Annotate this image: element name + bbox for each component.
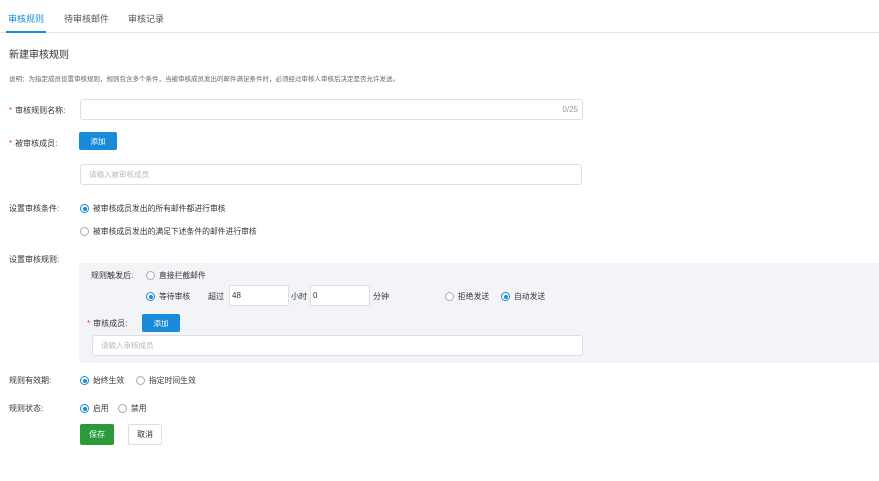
- radio-checked-icon: [80, 404, 89, 413]
- validity-label: 规则有效期:: [9, 376, 52, 385]
- minutes-unit: 分钟: [373, 292, 389, 301]
- hours-input[interactable]: [230, 286, 288, 305]
- tab-pending-mails[interactable]: 待审核邮件: [64, 12, 109, 25]
- condition-all-label: 被审核成员发出的所有邮件都进行审核: [93, 204, 226, 213]
- active-tab-indicator: [6, 31, 46, 33]
- radio-checked-icon: [501, 292, 510, 301]
- rule-name-field[interactable]: 0/25: [80, 99, 583, 120]
- reviewers-label-text: 审核成员:: [93, 319, 128, 328]
- wait-review-label: 等待审核: [159, 292, 191, 301]
- required-mark: *: [9, 106, 13, 115]
- radio-unchecked-icon: [146, 271, 155, 280]
- block-mail-radio[interactable]: 直接拦截邮件: [146, 270, 206, 281]
- validity-scheduled-radio[interactable]: 指定时间生效: [136, 375, 196, 386]
- radio-checked-icon: [146, 292, 155, 301]
- status-label: 规则状态:: [9, 404, 44, 413]
- trigger-label: 规则触发后:: [91, 271, 134, 280]
- exceed-label: 超过: [208, 292, 224, 301]
- radio-unchecked-icon: [80, 227, 89, 236]
- rule-name-counter: 0/25: [562, 105, 578, 114]
- reviewers-label: * 审核成员:: [87, 318, 127, 329]
- status-disabled-label: 禁用: [131, 404, 147, 413]
- reviewers-field[interactable]: [92, 335, 583, 356]
- radio-checked-icon: [80, 204, 89, 213]
- auto-send-label: 自动发送: [514, 292, 546, 301]
- rule-name-label-text: 审核规则名称:: [15, 106, 66, 115]
- hours-field[interactable]: [229, 285, 289, 306]
- reviewers-input[interactable]: [93, 336, 582, 355]
- radio-unchecked-icon: [136, 376, 145, 385]
- members-label-text: 被审核成员:: [15, 139, 58, 148]
- minutes-field[interactable]: [310, 285, 370, 306]
- form-title: 新建审核规则: [9, 50, 69, 61]
- required-mark: *: [87, 319, 91, 328]
- validity-scheduled-label: 指定时间生效: [149, 376, 196, 385]
- save-button[interactable]: 保存: [80, 424, 114, 445]
- wait-review-radio[interactable]: 等待审核: [146, 291, 190, 302]
- members-input[interactable]: [81, 165, 581, 184]
- radio-checked-icon: [80, 376, 89, 385]
- add-reviewer-button[interactable]: 添加: [142, 314, 180, 332]
- condition-label: 设置审核条件:: [9, 204, 60, 213]
- reject-send-radio[interactable]: 拒绝发送: [445, 291, 489, 302]
- tab-audit-records[interactable]: 审核记录: [128, 12, 164, 25]
- status-enabled-label: 启用: [93, 404, 109, 413]
- status-enabled-radio[interactable]: 启用: [80, 403, 109, 414]
- condition-all-radio[interactable]: 被审核成员发出的所有邮件都进行审核: [80, 203, 226, 214]
- block-mail-label: 直接拦截邮件: [159, 271, 206, 280]
- validity-always-radio[interactable]: 始终生效: [80, 375, 124, 386]
- hours-unit: 小时: [291, 292, 307, 301]
- form-description: 说明：为指定成员设置审核规则，规则包含多个条件，当被审核成员发出的邮件满足条件时…: [9, 76, 399, 83]
- required-mark: *: [9, 139, 13, 148]
- condition-filtered-label: 被审核成员发出的满足下述条件的邮件进行审核: [93, 227, 257, 236]
- validity-always-label: 始终生效: [93, 376, 125, 385]
- add-member-button[interactable]: 添加: [79, 132, 117, 150]
- tab-bar: 审核规则 待审核邮件 审核记录: [0, 0, 879, 33]
- members-label: * 被审核成员:: [9, 138, 57, 149]
- cancel-button[interactable]: 取消: [128, 424, 162, 445]
- rule-settings-label: 设置审核规则:: [9, 255, 60, 264]
- reject-send-label: 拒绝发送: [458, 292, 490, 301]
- radio-unchecked-icon: [445, 292, 454, 301]
- minutes-input[interactable]: [311, 286, 369, 305]
- auto-send-radio[interactable]: 自动发送: [501, 291, 545, 302]
- rule-name-label: * 审核规则名称:: [9, 105, 65, 116]
- condition-filtered-radio[interactable]: 被审核成员发出的满足下述条件的邮件进行审核: [80, 226, 257, 237]
- tab-audit-rules[interactable]: 审核规则: [8, 12, 44, 25]
- members-field[interactable]: [80, 164, 582, 185]
- status-disabled-radio[interactable]: 禁用: [118, 403, 147, 414]
- radio-unchecked-icon: [118, 404, 127, 413]
- rule-name-input[interactable]: [81, 100, 582, 119]
